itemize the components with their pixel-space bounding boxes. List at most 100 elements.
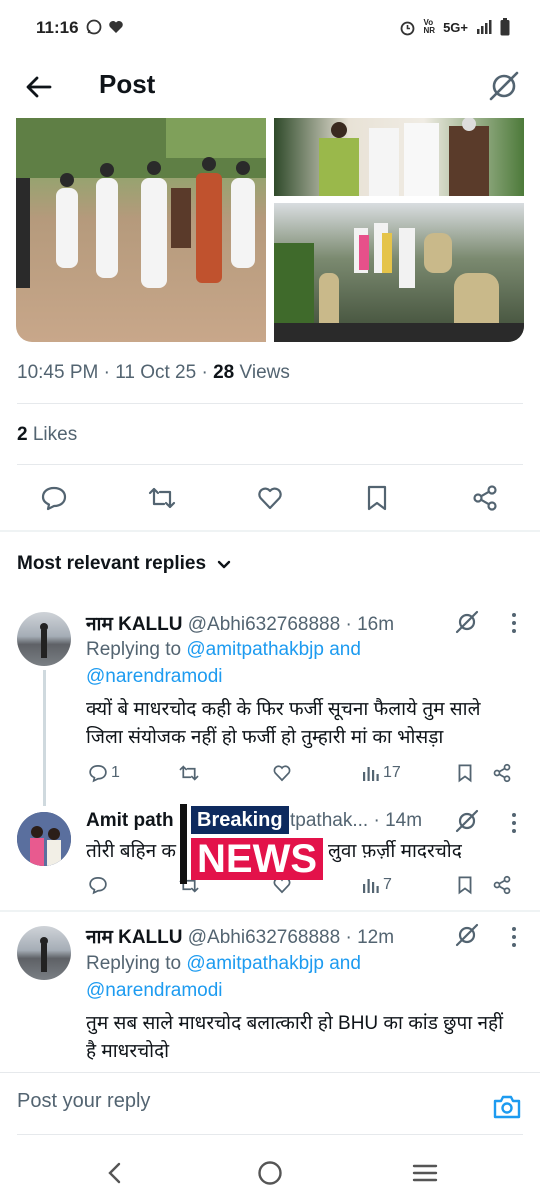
reply-author-handle[interactable]: @Abhi632768888 xyxy=(188,927,340,948)
section-divider xyxy=(0,530,540,532)
post-meta: 10:45 PM · 11 Oct 25 · 28 Views xyxy=(17,362,290,383)
more-vertical-icon xyxy=(512,813,516,833)
avatar[interactable] xyxy=(17,926,71,980)
replying-to: Replying to @amitpathakbjp and @narendra… xyxy=(86,953,361,1001)
reply-text: तुम सब साले माधरचोद बलात्कारी हो BHU का … xyxy=(86,1013,504,1062)
post-photo-2[interactable] xyxy=(274,118,524,196)
avatar[interactable] xyxy=(17,812,71,866)
replies-sort-dropdown[interactable]: Most relevant replies xyxy=(17,553,232,575)
whatsapp-icon xyxy=(86,19,102,35)
bookmark-button[interactable] xyxy=(456,872,474,898)
reply-icon xyxy=(41,486,67,511)
post-date: 11 Oct 25 xyxy=(115,362,197,383)
breaking-news-sticker: Breaking NEWS xyxy=(180,804,328,884)
like-button[interactable] xyxy=(250,478,290,518)
share-button[interactable] xyxy=(492,872,512,898)
grok-icon xyxy=(489,71,519,101)
reply-header: Amit path xyxy=(86,810,174,832)
views-count: 7 xyxy=(383,876,392,893)
more-options-button[interactable] xyxy=(510,926,518,948)
reply-author-name[interactable]: नाम KALLU xyxy=(86,927,182,948)
chevron-down-icon xyxy=(217,560,231,569)
views-icon xyxy=(363,767,379,781)
reply-author-name[interactable]: नाम KALLU xyxy=(86,614,182,635)
likes-row[interactable]: 2 Likes xyxy=(17,424,77,446)
grok-icon xyxy=(455,610,479,634)
back-button[interactable] xyxy=(22,70,56,104)
bookmark-icon xyxy=(458,876,472,895)
volte-icon: Vo NR xyxy=(423,18,436,35)
like-icon xyxy=(258,487,282,510)
breaking-news-bottom: NEWS xyxy=(191,838,323,880)
reply-item[interactable]: नाम KALLU @Abhi632768888 · 16m Replying … xyxy=(0,600,540,800)
divider xyxy=(17,403,523,404)
replying-to: Replying to @amitpathakbjp and @narendra… xyxy=(86,639,361,687)
reply-author-handle[interactable]: @Abhi632768888 xyxy=(188,614,340,635)
replies-sort-label: Most relevant replies xyxy=(17,553,207,574)
status-time: 11:16 xyxy=(36,18,79,37)
status-bar: 11:16 Vo NR 5G+ xyxy=(0,0,540,56)
grok-button[interactable] xyxy=(486,68,522,104)
thread-line xyxy=(43,670,46,806)
photo-2-people xyxy=(319,118,489,196)
nav-back-button[interactable] xyxy=(98,1156,132,1190)
more-options-button[interactable] xyxy=(510,612,518,634)
divider xyxy=(0,1072,540,1073)
reply-header: नाम KALLU @Abhi632768888 · 12m xyxy=(86,927,395,948)
reply-button[interactable] xyxy=(34,478,74,518)
signal-icon xyxy=(477,20,492,34)
reply-count: 1 xyxy=(111,764,120,781)
reply-text: तोरी बहिन क xyxy=(86,841,176,862)
reply-item[interactable]: नाम KALLU @Abhi632768888 · 12m Replying … xyxy=(0,912,540,1072)
grok-icon xyxy=(455,809,479,833)
camera-button[interactable] xyxy=(492,1092,522,1122)
retweet-button[interactable] xyxy=(142,478,182,518)
more-options-button[interactable] xyxy=(510,812,518,834)
views-count: 28 xyxy=(213,362,235,383)
views-button[interactable]: 7 xyxy=(362,872,392,898)
grok-button[interactable] xyxy=(454,808,480,834)
mention-link[interactable]: @amitpathakbjp xyxy=(186,639,324,660)
alarm-icon xyxy=(400,21,414,35)
mention-link[interactable]: @amitpathakbjp xyxy=(186,953,324,974)
post-photo-1[interactable] xyxy=(16,118,266,342)
mention-link[interactable]: @narendramodi xyxy=(86,666,223,687)
system-nav-bar xyxy=(0,1146,540,1200)
avatar[interactable] xyxy=(17,612,71,666)
grok-button[interactable] xyxy=(454,609,480,635)
bookmark-icon xyxy=(458,764,472,783)
share-button[interactable] xyxy=(492,760,512,786)
post-media-grid[interactable] xyxy=(16,118,524,342)
breaking-news-pole xyxy=(180,804,187,884)
reply-button[interactable]: 1 xyxy=(88,760,120,786)
nav-recents-button[interactable] xyxy=(408,1156,442,1190)
like-icon xyxy=(273,765,291,782)
nav-back-icon xyxy=(108,1162,121,1184)
photo-1-people xyxy=(16,118,266,288)
bookmark-button[interactable] xyxy=(456,760,474,786)
post-photo-3[interactable] xyxy=(274,203,524,342)
retweet-button[interactable] xyxy=(178,760,200,786)
views-button[interactable]: 17 xyxy=(362,760,401,786)
views-icon xyxy=(363,879,379,893)
likes-label: Likes xyxy=(32,424,78,445)
mention-link[interactable]: @narendramodi xyxy=(86,980,223,1001)
nav-home-icon xyxy=(258,1161,282,1185)
grok-button[interactable] xyxy=(454,922,480,948)
bookmark-button[interactable] xyxy=(357,478,397,518)
share-button[interactable] xyxy=(465,478,505,518)
share-icon xyxy=(493,875,511,895)
retweet-icon xyxy=(148,487,176,509)
nav-recents-icon xyxy=(412,1164,438,1182)
reply-input[interactable]: Post your reply xyxy=(17,1090,150,1113)
like-button[interactable] xyxy=(272,760,292,786)
reply-header: नाम KALLU @Abhi632768888 · 16m xyxy=(86,614,395,635)
reply-author-name[interactable]: Amit path xyxy=(86,810,174,831)
grok-icon xyxy=(455,923,479,947)
reply-time: 14m xyxy=(385,810,423,831)
battery-icon xyxy=(500,18,510,36)
bookmark-icon xyxy=(367,485,387,511)
reply-button[interactable] xyxy=(88,872,108,898)
share-icon xyxy=(493,763,511,783)
nav-home-button[interactable] xyxy=(253,1156,287,1190)
